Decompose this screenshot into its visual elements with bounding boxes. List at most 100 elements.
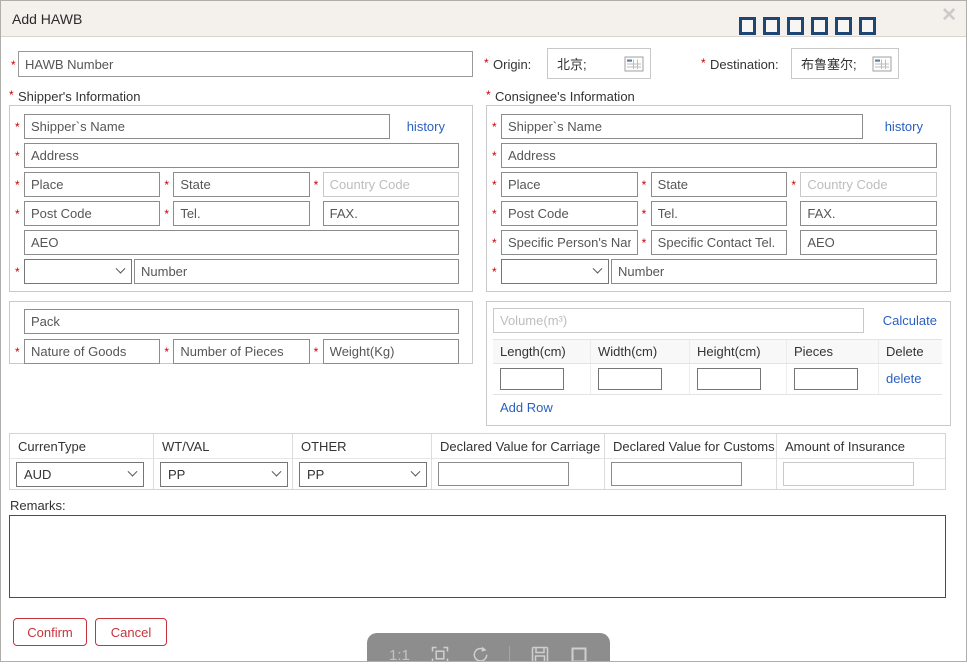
- remarks-textarea[interactable]: [9, 515, 946, 598]
- insurance-input[interactable]: [783, 462, 914, 486]
- required-mark: *: [11, 58, 16, 72]
- required-mark: *: [492, 150, 501, 162]
- destination-field[interactable]: 布鲁塞尔;: [791, 48, 899, 79]
- nature-of-goods-input[interactable]: [24, 339, 160, 364]
- dim-width-input[interactable]: [598, 368, 662, 390]
- declared-carriage-input[interactable]: [438, 462, 569, 486]
- charges-table: CurrenType WT/VAL OTHER Declared Value f…: [9, 433, 946, 490]
- required-mark: *: [314, 179, 323, 191]
- consignee-place-input[interactable]: [501, 172, 638, 197]
- close-icon[interactable]: ✕: [941, 6, 957, 25]
- destination-picker-icon[interactable]: [872, 56, 892, 72]
- volume-col-header: Delete: [879, 340, 942, 363]
- other-select[interactable]: PP: [299, 462, 427, 487]
- consignee-specific-tel-input[interactable]: [651, 230, 788, 255]
- required-mark: *: [15, 121, 24, 133]
- required-mark: *: [15, 179, 24, 191]
- number-of-pieces-input[interactable]: [173, 339, 309, 364]
- chevron-down-icon: [116, 264, 126, 274]
- viewer-toolbar: 1:1: [367, 633, 610, 662]
- dialog-title: Add HAWB: [12, 1, 82, 37]
- wtval-select[interactable]: PP: [160, 462, 288, 487]
- nav-square[interactable]: [835, 17, 852, 35]
- confirm-button[interactable]: Confirm: [13, 618, 87, 646]
- required-mark: *: [701, 57, 710, 69]
- destination-label: * Destination:: [701, 57, 779, 72]
- add-row-link[interactable]: Add Row: [500, 400, 553, 415]
- dim-length-input[interactable]: [500, 368, 564, 390]
- chevron-down-icon: [593, 264, 603, 274]
- shipper-tel-input[interactable]: [173, 201, 309, 226]
- save-icon[interactable]: [530, 645, 550, 662]
- shipper-place-input[interactable]: [24, 172, 160, 197]
- chevron-down-icon: [272, 466, 282, 476]
- required-mark: *: [314, 346, 323, 358]
- shipper-id-type-select[interactable]: [24, 259, 132, 284]
- toolbar-divider: [509, 646, 510, 662]
- required-mark: *: [642, 179, 651, 191]
- shipper-country-code-input[interactable]: [323, 172, 459, 197]
- weight-input[interactable]: [323, 339, 459, 364]
- consignee-fax-input[interactable]: [800, 201, 937, 226]
- shipper-number-input[interactable]: [134, 259, 459, 284]
- required-mark: *: [492, 121, 501, 133]
- required-mark: *: [164, 346, 173, 358]
- chevron-down-icon: [411, 466, 421, 476]
- charges-col-header: CurrenType: [10, 434, 154, 459]
- consignee-country-code-input[interactable]: [800, 172, 937, 197]
- consignee-aeo-input[interactable]: [800, 230, 937, 255]
- square-icon[interactable]: [570, 646, 588, 662]
- dim-height-input[interactable]: [697, 368, 761, 390]
- origin-picker-icon[interactable]: [624, 56, 644, 72]
- chevron-down-icon: [128, 466, 138, 476]
- delete-row-link[interactable]: delete: [886, 371, 921, 386]
- nav-square[interactable]: [787, 17, 804, 35]
- consignee-name-input[interactable]: [501, 114, 863, 139]
- consignee-tel-input[interactable]: [651, 201, 788, 226]
- destination-value: 布鲁塞尔;: [801, 54, 857, 73]
- required-mark: *: [791, 179, 800, 191]
- volume-table-row: delete: [493, 364, 942, 395]
- pack-input[interactable]: [24, 309, 459, 334]
- shipper-name-input[interactable]: [24, 114, 390, 139]
- origin-label: * Origin:: [484, 57, 531, 72]
- shipper-address-input[interactable]: [24, 143, 459, 168]
- nav-square[interactable]: [739, 17, 756, 35]
- volume-panel: Calculate Length(cm) Width(cm) Height(cm…: [486, 301, 951, 426]
- volume-input[interactable]: [493, 308, 864, 333]
- origin-value: 北京;: [557, 54, 587, 73]
- currency-select[interactable]: AUD: [16, 462, 144, 487]
- shipper-fax-input[interactable]: [323, 201, 459, 226]
- nav-squares: [739, 17, 876, 35]
- hawb-number-input[interactable]: [18, 51, 473, 77]
- shipper-history-link[interactable]: history: [407, 119, 445, 134]
- shipper-aeo-input[interactable]: [24, 230, 459, 255]
- dim-pieces-input[interactable]: [794, 368, 858, 390]
- consignee-history-link[interactable]: history: [885, 119, 923, 134]
- charges-col-header: Declared Value for Carriage: [432, 434, 605, 459]
- consignee-state-input[interactable]: [651, 172, 788, 197]
- consignee-specific-person-input[interactable]: [501, 230, 638, 255]
- nav-square[interactable]: [763, 17, 780, 35]
- cancel-button[interactable]: Cancel: [95, 618, 167, 646]
- consignee-section-label: * Consignee's Information: [486, 89, 635, 104]
- calculate-link[interactable]: Calculate: [883, 313, 937, 328]
- required-mark: *: [642, 237, 651, 249]
- declared-customs-input[interactable]: [611, 462, 742, 486]
- fit-to-screen-icon[interactable]: [430, 645, 450, 662]
- nav-square[interactable]: [859, 17, 876, 35]
- required-mark: *: [492, 237, 501, 249]
- consignee-number-input[interactable]: [611, 259, 937, 284]
- consignee-post-code-input[interactable]: [501, 201, 638, 226]
- volume-col-header: Length(cm): [493, 340, 591, 363]
- shipper-state-input[interactable]: [173, 172, 309, 197]
- rotate-icon[interactable]: [470, 646, 488, 662]
- required-mark: *: [15, 208, 24, 220]
- origin-field[interactable]: 北京;: [547, 48, 651, 79]
- consignee-id-type-select[interactable]: [501, 259, 609, 284]
- nav-square[interactable]: [811, 17, 828, 35]
- consignee-address-input[interactable]: [501, 143, 937, 168]
- shipper-post-code-input[interactable]: [24, 201, 160, 226]
- volume-col-header: Width(cm): [591, 340, 690, 363]
- actual-size-label[interactable]: 1:1: [389, 647, 410, 662]
